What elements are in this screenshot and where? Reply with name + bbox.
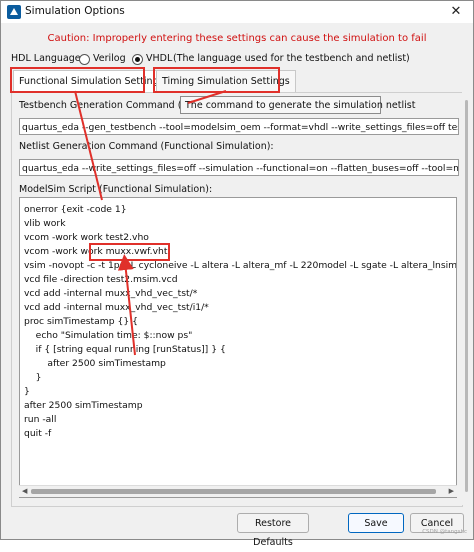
arrow-functional: [74, 90, 103, 201]
arrow-vht-file: [117, 254, 136, 356]
arrow-timing: [187, 90, 227, 104]
annotation-arrows: [74, 90, 227, 356]
